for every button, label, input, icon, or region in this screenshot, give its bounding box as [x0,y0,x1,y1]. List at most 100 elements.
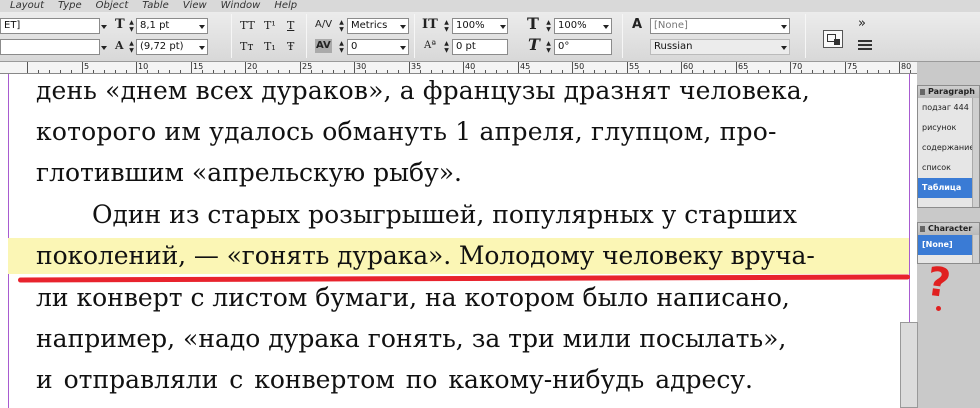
language-dropdown-icon[interactable] [781,46,787,50]
quick-apply-icon[interactable] [823,30,843,48]
all-caps-button[interactable]: TT [240,19,255,33]
menu-layout[interactable]: Layout [10,0,44,12]
ruler-minor-tick [616,70,617,73]
paragraph-panel-title[interactable]: Paragraph [918,86,979,98]
kerning-stepper[interactable]: ▲ ▼ [338,19,345,33]
baseline-shift-stepper[interactable]: ▲ ▼ [443,40,450,54]
ruler-minor-tick [158,70,159,73]
character-panel-title[interactable]: Character [918,223,979,235]
ruler-minor-tick [322,70,323,73]
separator [805,14,806,58]
leading-stepper[interactable]: ▲ ▼ [128,40,135,54]
document-page[interactable]: день «днем всех дураков», а французы дра… [0,74,917,408]
ruler-major-tick [845,62,846,73]
tracking-icon: AV [315,39,332,53]
ruler-minor-tick [278,70,279,73]
character-style-field[interactable]: [None] [650,18,790,34]
vertical-scale-dropdown-icon[interactable] [500,25,506,29]
menu-object[interactable]: Object [96,0,129,12]
ruler-minor-tick [725,70,726,73]
text-line[interactable]: ли конверт с листом бумаги, на котором б… [36,280,790,316]
vertical-scale-stepper[interactable]: ▲ ▼ [443,19,450,33]
menu-window[interactable]: Window [221,0,261,12]
ruler-minor-tick [660,70,661,73]
baseline-shift-field[interactable]: 0 pt [452,39,508,55]
ruler-label: 10 [138,62,149,71]
ruler-minor-tick [867,70,868,73]
highlighted-text-line[interactable]: поколений, — «гонять дурака». Молодому ч… [8,238,909,274]
ruler-minor-tick [823,70,824,73]
text-line[interactable]: день «днем всех дураков», а французы дра… [36,74,810,109]
underline-button[interactable]: T [287,19,294,33]
ruler-minor-tick [333,70,334,73]
paragraph-panel-scrollbar[interactable] [972,98,979,207]
font-size-icon: T [115,17,125,32]
paragraph-style-item[interactable]: подзаг 444 [918,98,979,118]
ruler-minor-tick [540,70,541,73]
ruler-minor-tick [60,70,61,73]
ruler-minor-tick [387,70,388,73]
panel-menu-icon[interactable] [858,39,872,53]
horizontal-ruler[interactable]: 510152025303540455055606570758085 [0,62,917,74]
language-field[interactable]: Russian [650,39,790,55]
question-mark-dot [936,306,941,311]
ruler-major-tick [790,62,791,73]
ruler-minor-tick [38,70,39,73]
kerning-dropdown-icon[interactable] [400,25,406,29]
kerning-icon: A/V [315,19,333,30]
text-line[interactable]: например, «надо дурака гонять, за три ми… [36,321,786,357]
baseline-shift-icon: Aª [424,40,436,51]
ruler-major-tick [409,62,410,73]
menu-table[interactable]: Table [142,0,168,12]
paragraph-style-item-selected[interactable]: Таблица [918,178,979,198]
character-style-icon: A [632,17,643,32]
text-line[interactable]: Один из старых розыгрышей, популярных у … [92,197,797,233]
text-line[interactable]: и отправляли с конвертом по какому-нибуд… [36,362,753,398]
font-size-field[interactable]: 8,1 pt [136,18,208,34]
separator [231,14,232,58]
ruler-major-tick [354,62,355,73]
font-family-field[interactable]: ET] [0,18,100,34]
skew-stepper[interactable]: ▲ ▼ [545,40,552,54]
paragraph-style-item[interactable]: содержание [918,138,979,158]
menu-help[interactable]: Help [274,0,297,12]
leading-dropdown-icon[interactable] [199,46,205,50]
text-line[interactable]: которого им удалось обмануть 1 апреля, г… [36,114,777,150]
strikethrough-button[interactable]: Ŧ [287,40,294,54]
ruler-minor-tick [213,70,214,73]
font-family-dropdown-icon[interactable] [101,25,107,29]
collapsed-panel[interactable] [900,322,918,408]
superscript-button[interactable]: T¹ [264,19,276,33]
font-style-dropdown-icon[interactable] [101,46,107,50]
ruler-major-tick [245,62,246,73]
ruler-major-tick [681,62,682,73]
character-style-item-selected[interactable]: [None] [918,235,979,255]
subscript-button[interactable]: T₁ [264,40,276,54]
character-style-dropdown-icon[interactable] [781,25,787,29]
small-caps-button[interactable]: Tт [240,40,253,54]
font-size-stepper[interactable]: ▲ ▼ [128,19,135,33]
paragraph-style-item[interactable]: список [918,158,979,178]
menu-type[interactable]: Type [58,0,82,12]
skew-icon: T [528,35,540,54]
ruler-minor-tick [235,70,236,73]
tracking-stepper[interactable]: ▲ ▼ [338,40,345,54]
font-size-dropdown-icon[interactable] [199,25,205,29]
ruler-major-tick [572,62,573,73]
horizontal-scale-dropdown-icon[interactable] [603,25,609,29]
panel-toggle-button[interactable]: » [858,17,866,31]
font-style-field[interactable] [0,39,100,55]
vertical-scale-icon: IT [422,17,438,32]
menu-view[interactable]: View [183,0,207,12]
horizontal-scale-icon: T [527,14,539,33]
ruler-label: 55 [629,62,640,71]
leading-field[interactable]: (9,72 pt) [136,39,208,55]
tracking-dropdown-icon[interactable] [400,46,406,50]
character-panel-scrollbar[interactable] [972,235,979,263]
text-line[interactable]: глотившим «апрельскую рыбу». [36,155,462,191]
ruler-label: 45 [520,62,531,71]
ruler-label: 40 [465,62,476,71]
paragraph-style-item[interactable]: рисунок [918,118,979,138]
horizontal-scale-stepper[interactable]: ▲ ▼ [545,19,552,33]
skew-field[interactable]: 0° [554,39,612,55]
